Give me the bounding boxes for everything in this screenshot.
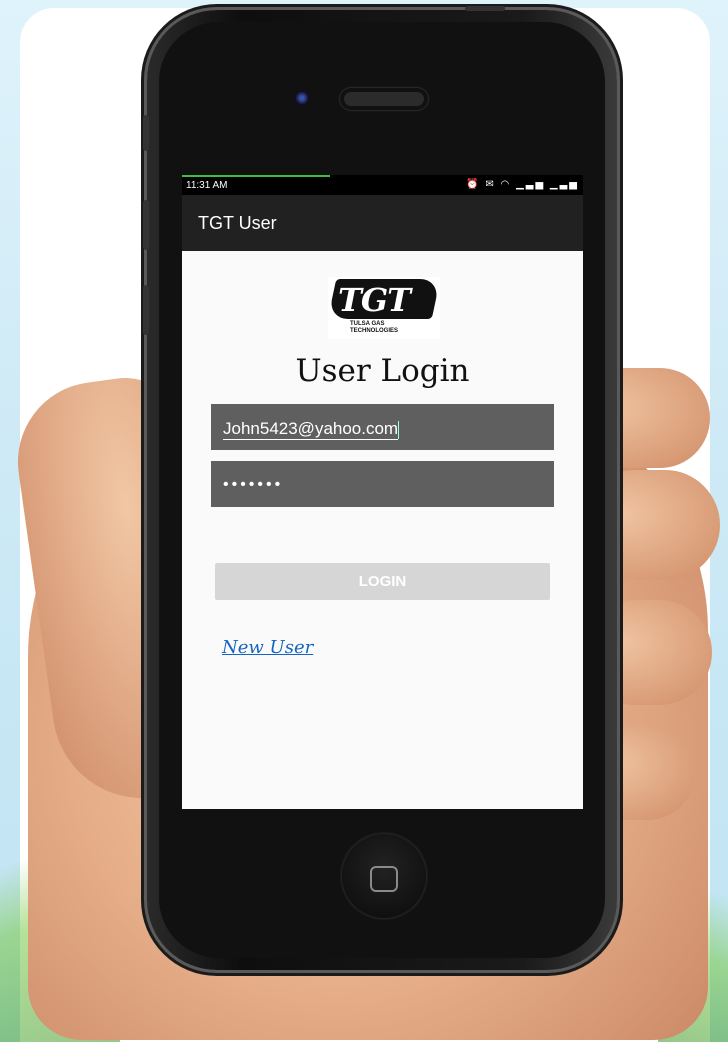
- mail-icon: ✉: [485, 179, 496, 190]
- app-bar: TGT User: [182, 195, 583, 251]
- password-field[interactable]: •••••••: [211, 461, 554, 507]
- status-progress-bar: [182, 175, 331, 177]
- status-bar: 11:31 AM ⏰ ✉ ◠ ▁▃▅ ▁▃▅: [182, 175, 583, 195]
- password-value: •••••••: [223, 476, 284, 493]
- alarm-icon: ⏰: [466, 179, 481, 190]
- power-button: [465, 6, 505, 11]
- home-square-icon: [370, 866, 398, 892]
- text-cursor: [398, 420, 400, 439]
- logo-subtext: TULSA GAS TECHNOLOGIES: [350, 321, 399, 334]
- phone-screen: 11:31 AM ⏰ ✉ ◠ ▁▃▅ ▁▃▅ TGT User TGT TULS…: [182, 175, 583, 809]
- company-logo: TGT TULSA GAS TECHNOLOGIES: [327, 277, 441, 339]
- page-title: User Login: [295, 353, 470, 389]
- volume-button: [143, 200, 149, 250]
- status-icons: ⏰ ✉ ◠ ▁▃▅ ▁▃▅: [466, 179, 579, 190]
- status-time: 11:31 AM: [186, 180, 228, 191]
- email-field[interactable]: John5423@yahoo.com: [211, 404, 554, 450]
- volume-button: [143, 285, 149, 335]
- signal-icon: ▁▃▅: [516, 179, 546, 190]
- app-title: TGT User: [198, 213, 277, 233]
- new-user-link[interactable]: New User: [222, 637, 313, 658]
- email-value: John5423@yahoo.com: [223, 419, 399, 440]
- volume-button: [143, 115, 149, 151]
- signal-icon: ▁▃▅: [549, 179, 579, 190]
- earpiece-speaker: [340, 88, 428, 110]
- camera-icon: [295, 91, 309, 105]
- wifi-icon: ◠: [500, 179, 512, 190]
- logo-text: TGT: [338, 281, 411, 319]
- login-button[interactable]: LOGIN: [215, 563, 550, 600]
